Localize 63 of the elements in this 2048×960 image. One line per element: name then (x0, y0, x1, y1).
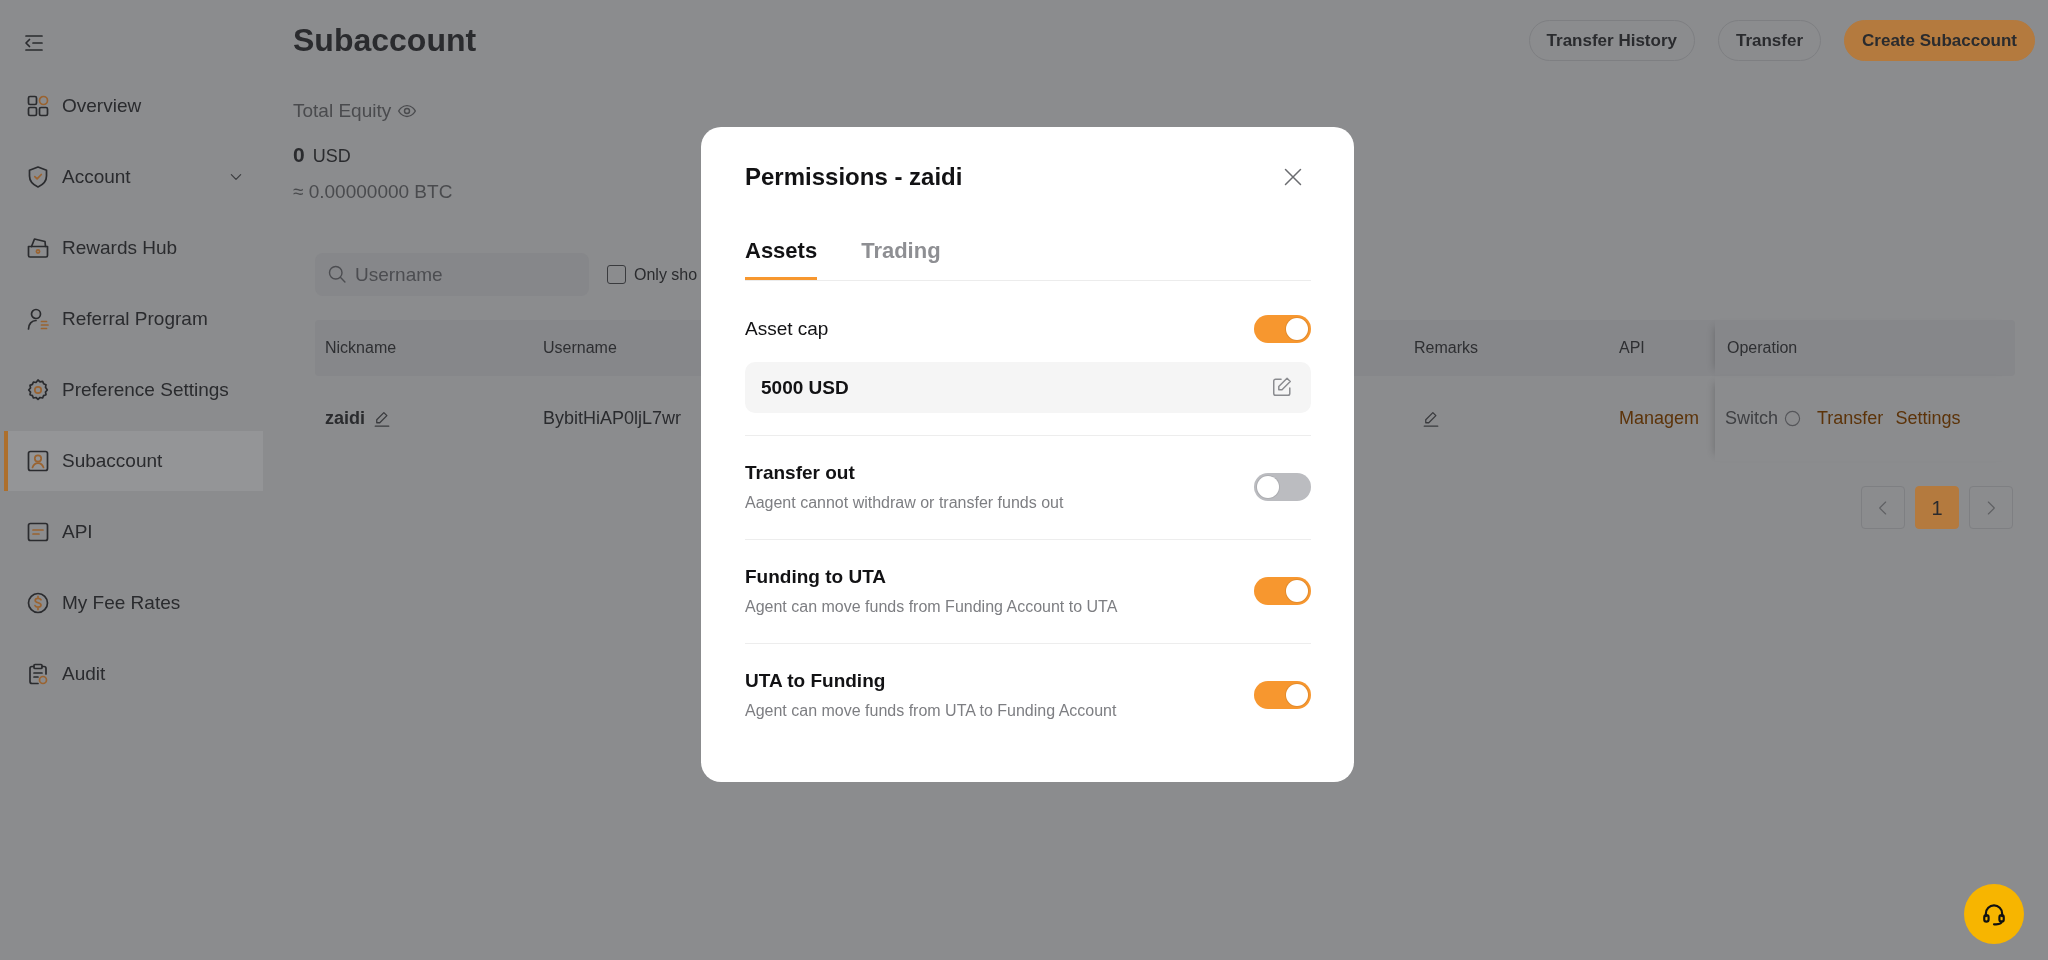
sidebar-item[interactable]: Account (4, 147, 263, 207)
sidebar-item[interactable]: Referral Program (4, 289, 263, 349)
settings-icon (26, 378, 50, 402)
asset-cap-label: Asset cap (745, 316, 829, 341)
sidebar-item[interactable]: API (4, 502, 263, 562)
column-header: Remarks (1414, 338, 1478, 358)
shield-icon (26, 165, 50, 189)
permission-description: Aagent cannot withdraw or transfer funds out (745, 493, 1064, 513)
action-button[interactable]: Transfer (1717, 20, 1822, 61)
column-header: API (1619, 338, 1645, 358)
permission-description: Agent can move funds from UTA to Funding Account (745, 701, 1117, 721)
grid-icon (26, 94, 50, 118)
permission-description: Agent can move funds from Funding Account to UTA (745, 597, 1118, 617)
column-header: Nickname (325, 338, 397, 358)
headset-icon (1981, 901, 2007, 927)
panel-icon (26, 520, 50, 544)
page-title: Subaccount (293, 21, 477, 60)
equity-label: Total Equity (293, 99, 392, 123)
operation-link[interactable]: Settings (1895, 405, 1961, 432)
asset-cap-field[interactable]: 5000 USD (745, 362, 1311, 413)
toggle-switch[interactable] (1254, 473, 1311, 501)
column-header: Operation (1727, 338, 1798, 358)
operation-link[interactable]: Transfer (1817, 405, 1884, 432)
wallet-icon (26, 236, 50, 260)
action-button[interactable]: Transfer History (1528, 20, 1695, 61)
sidebar-item[interactable]: Overview (4, 76, 263, 136)
sidebar-item[interactable]: My Fee Rates (4, 573, 263, 633)
api-link[interactable]: Managem (1619, 405, 1700, 432)
tab[interactable]: Trading (861, 236, 941, 280)
ring-icon (1784, 410, 1801, 427)
equity-amount: 0 (293, 142, 305, 168)
person-icon (26, 307, 50, 331)
sidebar-item[interactable]: Audit (4, 644, 263, 704)
toggle-switch[interactable] (1254, 681, 1311, 709)
column-header: Username (543, 338, 617, 358)
edit-icon[interactable] (1271, 376, 1293, 398)
pencil-icon[interactable] (373, 409, 391, 428)
dialog-title: Permissions - zaidi (745, 162, 963, 192)
nickname-text: zaidi (325, 407, 365, 430)
toggle-switch[interactable] (1254, 577, 1311, 605)
sidebar-item[interactable]: Rewards Hub (4, 218, 263, 278)
tab[interactable]: Assets (745, 236, 818, 280)
sidebar-item[interactable]: Preference Settings (4, 360, 263, 420)
search-icon (327, 264, 347, 284)
close-icon (1283, 167, 1303, 187)
btc-estimate: ≈ 0.00000000 BTC (293, 180, 453, 204)
equity-currency: USD (312, 145, 351, 168)
support-button[interactable] (1964, 884, 2024, 944)
permission-title: UTA to Funding (745, 669, 887, 693)
page-button[interactable]: 1 (1915, 486, 1959, 529)
username-text: BybitHiAP0ljL7wr (543, 407, 682, 430)
sidebar-item[interactable]: Subaccount (4, 431, 263, 491)
permission-title: Funding to UTA (745, 565, 888, 589)
checkbox[interactable] (607, 265, 626, 284)
checkbox-label: Only sho (634, 264, 698, 285)
create-button[interactable]: Create Subaccount (1844, 20, 2035, 61)
search-field[interactable]: Username (315, 253, 589, 296)
coin-icon (26, 591, 50, 615)
person-card-icon (26, 449, 50, 473)
clipboard-icon (26, 662, 50, 686)
toggle-switch[interactable] (1254, 315, 1311, 343)
pencil-icon[interactable] (1422, 409, 1440, 428)
permission-title: Transfer out (745, 461, 856, 485)
